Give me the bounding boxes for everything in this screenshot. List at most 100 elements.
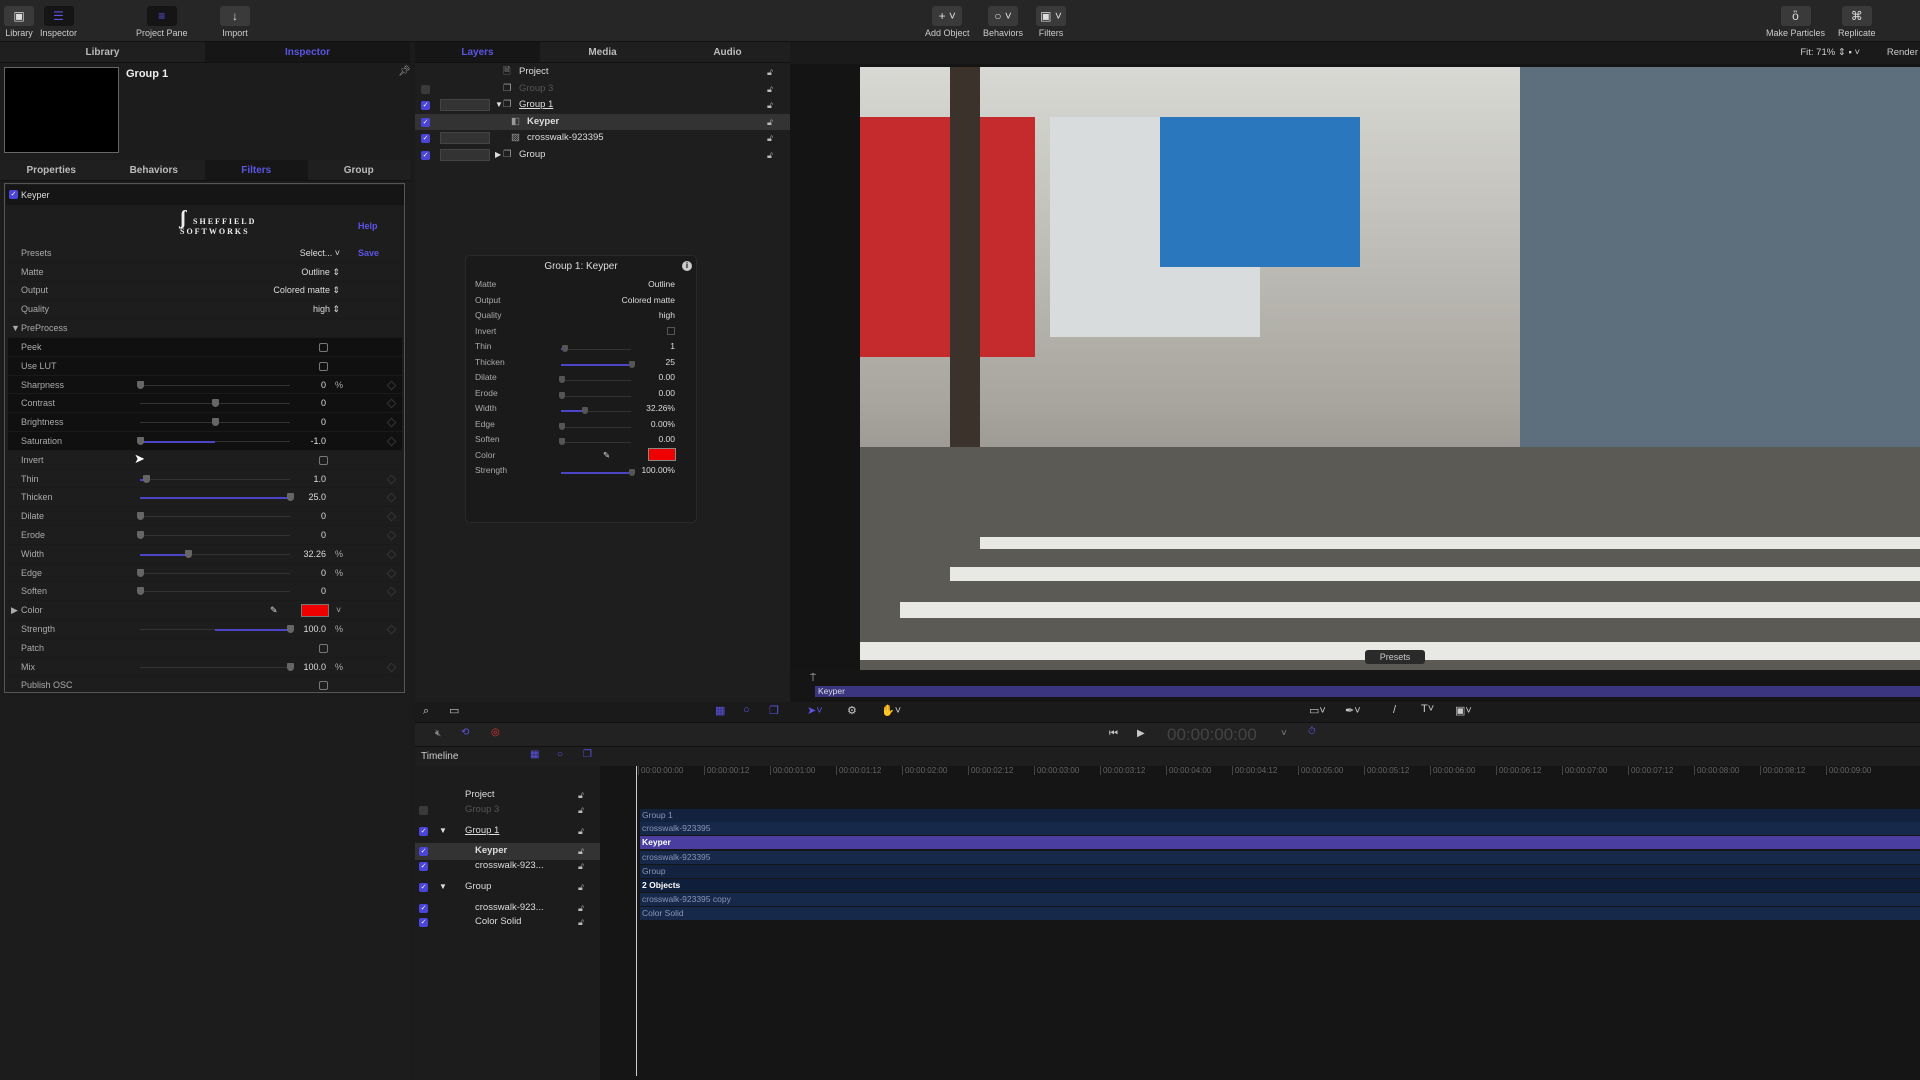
timeline-track-bar[interactable]: Group xyxy=(640,865,1920,878)
slider-knob[interactable] xyxy=(137,568,144,577)
help-link[interactable]: Help xyxy=(358,221,378,231)
tab-properties[interactable]: Properties xyxy=(0,160,103,180)
keyframe-icon[interactable] xyxy=(386,511,397,522)
hud-value[interactable]: high xyxy=(659,310,675,320)
slider-knob[interactable] xyxy=(212,418,219,427)
hud-slider-knob[interactable] xyxy=(561,345,568,352)
lock-icon[interactable]: 🔓︎ xyxy=(578,802,584,819)
project-pane-button[interactable]: ≡ Project Pane xyxy=(136,6,188,38)
checkbox[interactable] xyxy=(319,455,328,465)
hud-slider-knob[interactable] xyxy=(629,469,635,476)
hud-value[interactable]: 0.00% xyxy=(651,419,675,429)
mute-audio-icon[interactable]: 🔇︎ xyxy=(435,728,441,739)
tab-group[interactable]: Group xyxy=(308,160,411,180)
hud-value[interactable]: 0.00 xyxy=(658,372,675,382)
disclosure-triangle-icon[interactable]: ▼ xyxy=(495,97,503,114)
hud-color-well[interactable] xyxy=(648,447,676,461)
save-preset-button[interactable]: Save xyxy=(358,244,379,263)
disclosure-triangle-icon[interactable]: ▼ xyxy=(439,823,447,840)
timeline-checker-icon[interactable]: ▦ xyxy=(530,749,539,760)
slider-knob[interactable] xyxy=(287,662,294,671)
select-tool-icon[interactable]: ➤˅ xyxy=(807,704,823,717)
tab-media[interactable]: Media xyxy=(540,42,665,62)
hud-value[interactable]: 0.00 xyxy=(658,434,675,444)
filter-enable-checkbox[interactable]: ✓ xyxy=(9,190,18,199)
quality-popup[interactable]: high ⇕ xyxy=(313,300,340,319)
hud-slider-knob[interactable] xyxy=(629,360,635,368)
timeline-layer-row[interactable]: ✓ Color Solid 🔓︎ xyxy=(415,914,600,931)
slider-track[interactable] xyxy=(140,384,290,386)
slider-track[interactable] xyxy=(140,516,290,518)
lock-icon[interactable]: 🔓︎ xyxy=(578,858,584,875)
keyper-hud[interactable]: Group 1: Keyper i Matte Outline Output Colo… xyxy=(465,255,697,523)
mask-tool-icon[interactable]: ▣˅ xyxy=(1455,704,1472,717)
timeline-layer-row[interactable]: ✓ crosswalk-923... 🔓︎ xyxy=(415,858,600,875)
layer-row[interactable]: ✓ ▼ ❐ Group 1 🔓︎ xyxy=(415,97,790,114)
play-button[interactable]: ▶ xyxy=(1137,728,1145,739)
tab-layers[interactable]: Layers xyxy=(415,42,540,62)
output-popup[interactable]: Colored matte ⇕ xyxy=(273,281,340,300)
keyframe-icon[interactable] xyxy=(386,549,397,560)
timeline-layer-checkbox[interactable]: ✓ xyxy=(419,862,428,871)
checker-icon[interactable]: ▦ xyxy=(715,704,725,717)
param-value[interactable]: 100.0 xyxy=(303,658,326,677)
hud-slider-knob[interactable] xyxy=(559,391,565,399)
slider-track[interactable] xyxy=(140,535,290,536)
param-value[interactable]: 0 xyxy=(321,413,326,432)
behaviors-button[interactable]: ○ ˅ Behaviors xyxy=(983,6,1023,38)
layer-row[interactable]: ✓ ▨ crosswalk-923395 🔓︎ xyxy=(415,130,790,147)
hud-slider-track[interactable] xyxy=(561,349,631,350)
color-well[interactable] xyxy=(301,604,329,618)
timeline-layer-checkbox[interactable]: ✓ xyxy=(419,847,428,856)
slider-knob[interactable] xyxy=(143,474,150,483)
lock-icon[interactable]: 🔓︎ xyxy=(578,914,584,931)
layer-row[interactable]: ✓ ▶ ❐ Group 🔓︎ xyxy=(415,147,790,164)
slider-knob[interactable] xyxy=(212,399,219,408)
hud-slider-knob[interactable] xyxy=(559,438,565,445)
slider-track[interactable] xyxy=(140,591,290,593)
lock-icon[interactable]: 🔓︎ xyxy=(578,879,584,896)
param-value[interactable]: 32.26 xyxy=(303,545,326,564)
hud-slider-knob[interactable] xyxy=(559,422,565,430)
layer-visibility-checkbox[interactable]: ✓ xyxy=(421,117,430,127)
keyframe-icon[interactable] xyxy=(386,380,397,391)
disclosure-triangle-icon[interactable]: ▶ xyxy=(495,147,501,164)
timeline-layer-checkbox[interactable]: ✓ xyxy=(419,904,428,913)
go-to-start-button[interactable]: ⏮︎ xyxy=(1109,728,1118,739)
tab-inspector[interactable]: Inspector xyxy=(205,42,410,62)
slider-knob[interactable] xyxy=(137,380,144,389)
keyframe-icon[interactable] xyxy=(386,436,397,447)
timeline-track-bar[interactable]: crosswalk-923395 xyxy=(640,822,1920,835)
hud-value[interactable]: Outline xyxy=(648,279,675,289)
timeline-layer-checkbox[interactable] xyxy=(419,806,428,815)
timeline-layer-row[interactable]: ✓ ▼ Group 🔓︎ xyxy=(415,879,600,896)
tab-filters[interactable]: Filters xyxy=(205,160,308,180)
layers-stack-icon[interactable]: ❐ xyxy=(769,704,779,717)
shape-tool-icon[interactable]: ▭˅ xyxy=(1309,704,1326,717)
param-value[interactable]: 0 xyxy=(321,526,326,545)
tab-audio[interactable]: Audio xyxy=(665,42,790,62)
timecode-format-chevron-icon[interactable]: ˅ xyxy=(1281,728,1287,739)
window-icon[interactable]: ▭ xyxy=(449,704,459,717)
chevron-down-icon[interactable]: ˅ xyxy=(336,601,341,620)
checkbox[interactable] xyxy=(319,343,328,352)
timeline-layer-row[interactable]: ✓ ▼ Group 1 🔓︎ xyxy=(415,823,600,840)
presets-dropdown[interactable]: Select... ˅ xyxy=(300,244,340,263)
lock-icon[interactable]: 🔓︎ xyxy=(578,823,584,840)
paint-brush-icon[interactable]: / xyxy=(1393,704,1396,716)
slider-track[interactable] xyxy=(140,478,290,480)
checkbox[interactable] xyxy=(319,681,328,691)
stopwatch-icon[interactable]: ⏱︎ xyxy=(1308,726,1316,737)
lock-icon[interactable]: 🔓︎ xyxy=(767,81,773,98)
slider-knob[interactable] xyxy=(137,531,144,539)
keyframe-icon[interactable] xyxy=(386,530,397,541)
layer-row[interactable]: ❐ Group 3 🔓︎ xyxy=(415,81,790,98)
filters-button[interactable]: ▣ ˅ Filters xyxy=(1036,6,1066,38)
zoom-fit-popup[interactable]: Fit: 71% ⇕ ▪ ˅ xyxy=(1800,47,1860,58)
info-icon[interactable]: i xyxy=(682,261,692,271)
keyframe-icon[interactable] xyxy=(386,492,397,503)
checkbox[interactable] xyxy=(319,361,328,371)
layer-row[interactable]: 🗎 Project 🔓︎ xyxy=(415,64,790,81)
hud-slider-knob[interactable] xyxy=(559,376,565,383)
slider-track[interactable] xyxy=(140,572,290,574)
